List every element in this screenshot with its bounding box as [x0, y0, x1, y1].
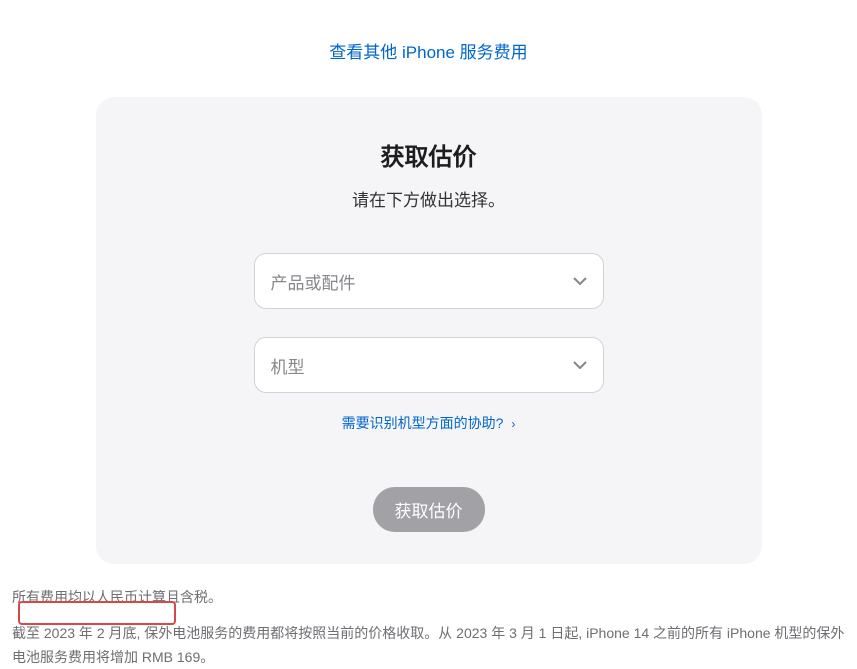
help-link-row: 需要识别机型方面的协助? › — [136, 413, 722, 433]
product-select-placeholder: 产品或配件 — [271, 269, 356, 294]
chevron-down-icon — [573, 361, 587, 369]
product-select-wrap: 产品或配件 — [254, 253, 604, 309]
other-services-link[interactable]: 查看其他 iPhone 服务费用 — [329, 43, 527, 62]
card-title: 获取估价 — [136, 137, 722, 172]
get-estimate-button[interactable]: 获取估价 — [373, 487, 485, 532]
chevron-right-icon: › — [511, 417, 515, 431]
model-select-placeholder: 机型 — [271, 353, 305, 378]
model-select-wrap: 机型 — [254, 337, 604, 393]
model-select[interactable]: 机型 — [254, 337, 604, 393]
help-link-label: 需要识别机型方面的协助? — [342, 415, 504, 431]
top-link-row: 查看其他 iPhone 服务费用 — [0, 0, 857, 83]
product-select[interactable]: 产品或配件 — [254, 253, 604, 309]
estimate-card: 获取估价 请在下方做出选择。 产品或配件 机型 需要识别机型方面的协助? › 获… — [96, 97, 762, 564]
submit-row: 获取估价 — [136, 487, 722, 532]
identify-model-help-link[interactable]: 需要识别机型方面的协助? › — [342, 415, 516, 431]
chevron-down-icon — [573, 277, 587, 285]
card-subtitle: 请在下方做出选择。 — [136, 186, 722, 211]
footer-notes: 所有费用均以人民币计算且含税。 截至 2023 年 2 月底, 保外电池服务的费… — [0, 564, 857, 669]
footer-note-2: 截至 2023 年 2 月底, 保外电池服务的费用都将按照当前的价格收取。从 2… — [12, 622, 845, 669]
footer-note-1: 所有费用均以人民币计算且含税。 — [12, 586, 845, 610]
